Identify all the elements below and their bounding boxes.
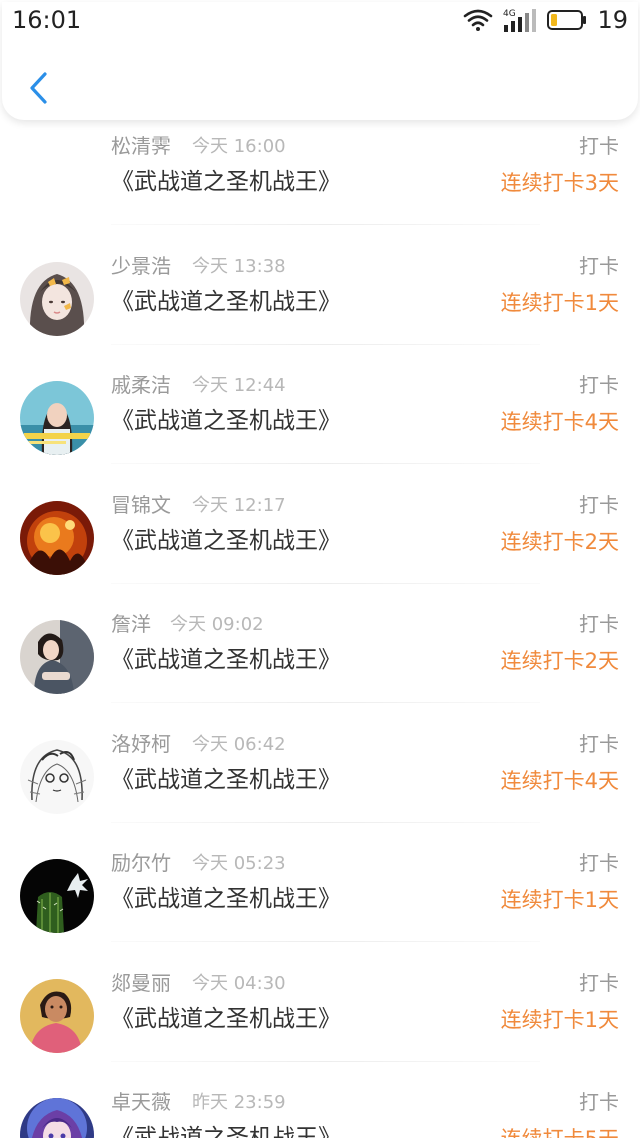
user-name[interactable]: 洛妤柯 [111,731,171,757]
checkin-label: 打卡 [579,134,619,158]
book-title[interactable]: 《武战道之圣机战王》 [111,406,341,436]
post-time: 今天 05:23 [192,853,286,874]
checkin-label: 打卡 [579,1090,619,1114]
status-icons: 4G 19 [463,6,628,34]
post-time: 昨天 23:59 [192,1092,286,1113]
checkin-label: 打卡 [579,851,619,875]
streak-badge: 连续打卡2天 [500,529,619,554]
checkin-label: 打卡 [579,970,619,995]
avatar[interactable] [20,500,94,575]
book-title[interactable]: 《武战道之圣机战王》 [111,765,341,795]
streak-badge: 连续打卡1天 [500,888,619,912]
user-name[interactable]: 冒锦文 [111,492,171,518]
streak-badge: 连续打卡4天 [500,768,619,793]
list-item[interactable]: 卓天薇 昨天 23:59 《武战道之圣机战王》 打卡 连续打卡5天 [0,1061,640,1138]
streak-badge: 连续打卡1天 [500,1007,619,1032]
user-name[interactable]: 卓天薇 [111,1089,171,1115]
user-name[interactable]: 励尔竹 [111,850,171,876]
book-title[interactable]: 《武战道之圣机战王》 [111,645,341,675]
post-time: 今天 12:44 [192,375,286,396]
post-time: 今天 13:38 [192,255,286,277]
signal-icon: 4G [503,9,537,32]
user-name[interactable]: 戚柔洁 [111,372,171,398]
battery-level: 19 [597,6,628,34]
list-item[interactable]: 洛妤柯 今天 06:42 《武战道之圣机战王》 打卡 连续打卡4天 [0,703,640,823]
list-item[interactable]: 少景浩 今天 13:38 《武战道之圣机战王》 打卡 连续打卡1天 [0,225,640,345]
book-title[interactable]: 《武战道之圣机战王》 [111,526,341,556]
post-time: 今天 16:00 [192,136,286,157]
book-title[interactable]: 《武战道之圣机战王》 [111,1123,341,1138]
streak-badge: 连续打卡2天 [500,649,619,673]
streak-badge: 连续打卡3天 [500,171,619,195]
checkin-label: 打卡 [579,492,619,517]
avatar[interactable] [20,859,94,933]
checkin-list: 松清霁 今天 16:00 《武战道之圣机战王》 打卡 连续打卡3天 少景浩 今天… [0,105,640,1138]
streak-badge: 连续打卡1天 [500,290,619,315]
book-title[interactable]: 《武战道之圣机战王》 [111,167,341,197]
back-button[interactable] [18,66,58,110]
list-item[interactable]: 詹洋 今天 09:02 《武战道之圣机战王》 打卡 连续打卡2天 [0,583,640,703]
battery-icon [547,10,587,30]
book-title[interactable]: 《武战道之圣机战王》 [111,1004,341,1034]
post-time: 今天 06:42 [192,733,286,755]
streak-badge: 连续打卡4天 [500,410,619,434]
user-name[interactable]: 詹洋 [111,611,151,637]
list-item[interactable]: 郯曼丽 今天 04:30 《武战道之圣机战王》 打卡 连续打卡1天 [0,942,640,1062]
checkin-label: 打卡 [579,253,619,278]
network-type-label: 4G [503,9,516,19]
list-item[interactable]: 松清霁 今天 16:00 《武战道之圣机战王》 打卡 连续打卡3天 [0,105,640,225]
book-title[interactable]: 《武战道之圣机战王》 [111,287,341,317]
list-item[interactable]: 戚柔洁 今天 12:44 《武战道之圣机战王》 打卡 连续打卡4天 [0,344,640,464]
wifi-icon [464,9,493,31]
list-item[interactable]: 冒锦文 今天 12:17 《武战道之圣机战王》 打卡 连续打卡2天 [0,464,640,584]
avatar[interactable] [20,978,94,1053]
checkin-label: 打卡 [579,373,619,397]
user-name[interactable]: 少景浩 [111,253,171,279]
avatar[interactable] [20,1098,94,1138]
avatar[interactable] [20,381,94,455]
avatar[interactable] [20,261,94,336]
user-name[interactable]: 郯曼丽 [111,970,171,996]
streak-badge: 连续打卡5天 [501,1125,619,1138]
checkin-label: 打卡 [579,731,619,756]
post-time: 今天 04:30 [192,972,286,994]
checkin-screen: 松清霁 今天 16:00 《武战道之圣机战王》 打卡 连续打卡3天 少景浩 今天… [0,0,640,1138]
book-title[interactable]: 《武战道之圣机战王》 [111,884,341,914]
chevron-left-icon [30,72,47,104]
post-time: 今天 12:17 [192,494,286,516]
avatar[interactable] [20,739,94,814]
list-item[interactable]: 励尔竹 今天 05:23 《武战道之圣机战王》 打卡 连续打卡1天 [0,822,640,942]
checkin-label: 打卡 [579,612,619,636]
status-time: 16:01 [12,6,82,34]
user-name[interactable]: 松清霁 [111,133,171,159]
status-bar: 16:01 4G 19 [0,0,640,40]
avatar[interactable] [20,620,94,694]
post-time: 今天 09:02 [170,614,264,635]
